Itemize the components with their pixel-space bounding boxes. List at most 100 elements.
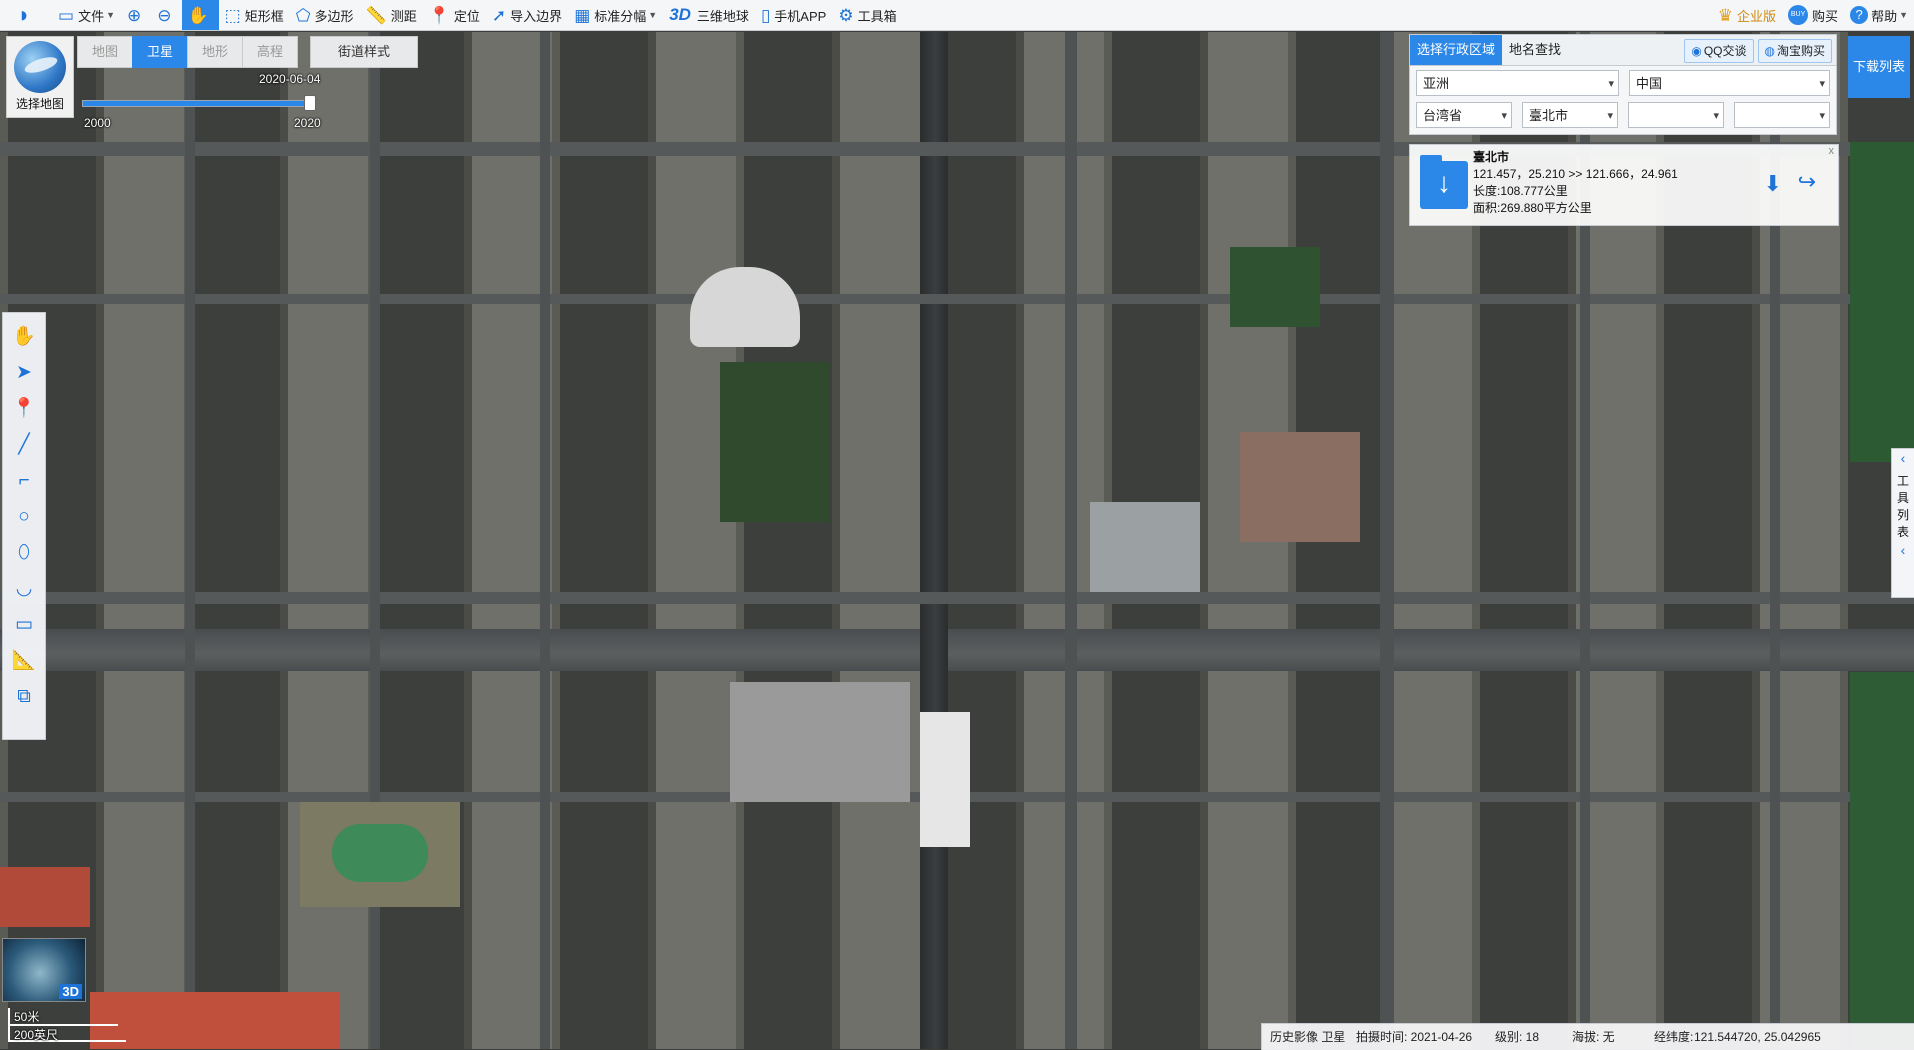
ruler-icon: 📏 (365, 5, 387, 25)
rect-frame-button[interactable]: ⬚ 矩形框 (219, 0, 290, 30)
app-logo-icon: ◗ (17, 2, 31, 27)
timeline-handle[interactable] (304, 95, 316, 111)
tab-place-search[interactable]: 地名查找 (1502, 35, 1568, 65)
area-icon[interactable]: ⧉ (9, 682, 39, 712)
marker-icon[interactable]: 📍 (9, 394, 39, 424)
hand-icon: ✋ (187, 5, 209, 25)
scale-bar: 50米 200英尺 (8, 1008, 126, 1042)
download-list-button[interactable]: 下载列表 (1848, 36, 1910, 98)
map-road (185, 32, 195, 1049)
hand-icon[interactable]: ✋ (9, 322, 39, 352)
history-timeline: 2020-06-04 2000 2020 (78, 70, 324, 130)
status-altitude: 海拔: 无 (1572, 1030, 1615, 1044)
status-lonlat: 121.544720, 25.042965 (1694, 1030, 1821, 1044)
share-icon[interactable]: ↪ (1798, 169, 1816, 195)
folder-download-icon (1420, 155, 1468, 209)
enterprise-button[interactable]: ♛ 企业版 (1712, 0, 1782, 30)
region-name: 臺北市 (1473, 150, 1510, 164)
buy-button[interactable]: BUY 购买 (1782, 0, 1844, 30)
ellipse-icon[interactable]: ⬯ (9, 538, 39, 568)
map-road (0, 592, 1914, 604)
close-icon[interactable]: x (1829, 145, 1835, 157)
pan-button[interactable]: ✋ (181, 0, 219, 30)
region-coords: 121.457，25.210 >> 121.666，24.961 (1473, 167, 1678, 181)
continent-select[interactable]: 亚洲 (1416, 70, 1619, 97)
curve-icon[interactable]: ◡ (9, 574, 39, 604)
mobile-app-button[interactable]: ▯ 手机APP (755, 0, 832, 30)
qq-chat-button[interactable]: ◉ QQ交谈 (1684, 39, 1754, 63)
tab-satellite[interactable]: 卫星 (132, 36, 187, 68)
map-red-roof (90, 992, 340, 1049)
chevron-down-icon: ▼ (106, 10, 115, 20)
chevron-down-icon: ▼ (648, 10, 658, 20)
polygon-button[interactable]: ⬠ 多边形 (290, 0, 360, 30)
map-road (1065, 32, 1077, 1049)
side-tool-list[interactable]: ‹ 工具列表 ‹ (1891, 448, 1914, 598)
street-style-button[interactable]: 街道样式 (310, 36, 418, 68)
locate-button[interactable]: 📍 定位 (423, 0, 486, 30)
map-selector-label: 选择地图 (15, 97, 64, 111)
buy-icon: BUY (1788, 5, 1809, 25)
district-select[interactable] (1628, 102, 1724, 129)
grid-icon: ▦ (574, 5, 591, 25)
status-lonlat-label: 经纬度: (1654, 1030, 1694, 1044)
tab-map[interactable]: 地图 (77, 36, 132, 68)
folder-icon: ▭ (58, 5, 75, 25)
map-road (540, 32, 550, 1049)
tab-elevation[interactable]: 高程 (242, 36, 298, 68)
ruler-icon[interactable]: 📐 (9, 646, 39, 676)
timeline-track[interactable] (82, 100, 316, 107)
map-red-roof (0, 867, 90, 927)
pointer-icon[interactable]: ➤ (9, 358, 39, 388)
taobao-button[interactable]: ◍ 淘宝购买 (1757, 39, 1832, 63)
zoom-out-icon: ⊖ (157, 5, 172, 25)
chevron-down-icon: ▼ (1899, 10, 1908, 20)
file-menu[interactable]: ▭ 文件 ▼ (52, 0, 121, 30)
phone-icon: ▯ (760, 5, 771, 25)
map-building (1090, 502, 1200, 592)
timeline-date: 2020-06-04 (259, 72, 321, 86)
tab-terrain[interactable]: 地形 (187, 36, 242, 68)
timeline-fill (83, 101, 315, 106)
map-road (1380, 32, 1394, 1049)
region-selects: 亚洲 中国 台湾省 臺北市 (1409, 66, 1837, 135)
city-select[interactable]: 臺北市 (1522, 102, 1618, 129)
town-select[interactable] (1734, 102, 1830, 129)
gear-icon: ⚙ (838, 5, 854, 25)
chevron-left-icon[interactable]: ‹ (1892, 541, 1914, 559)
measure-button[interactable]: 📏 测距 (360, 0, 423, 30)
polyline-icon[interactable]: ⌐ (9, 466, 39, 496)
zoom-out-button[interactable]: ⊖ (151, 0, 181, 30)
import-boundary-button[interactable]: ➚ 导入边界 (486, 0, 568, 30)
overview-globe[interactable]: 3D (2, 938, 86, 1002)
country-select[interactable]: 中国 (1628, 70, 1830, 97)
timeline-end-year: 2020 (294, 116, 321, 130)
map-building (920, 712, 970, 847)
map-park (1230, 247, 1320, 327)
status-level: 级别: 18 (1495, 1030, 1540, 1044)
download-icon[interactable]: ⬇ (1764, 171, 1782, 197)
timeline-start-year: 2000 (84, 116, 111, 130)
line-icon[interactable]: ╱ (9, 430, 39, 460)
status-history: 历史影像 卫星 (1270, 1030, 1346, 1044)
scale-metric: 50米 (8, 1008, 118, 1026)
overview-3d-badge[interactable]: 3D (59, 984, 82, 999)
map-selector[interactable]: 选择地图 (6, 36, 74, 118)
map-trees (1850, 142, 1914, 462)
three-d-globe-button[interactable]: 3D 三维地球 (663, 0, 755, 30)
chevron-left-icon[interactable]: ‹ (1892, 449, 1914, 467)
top-toolbar: ◗ ▭ 文件 ▼ ⊕ ⊖ ✋ ⬚ 矩形框 ⬠ 多边形 📏 测距 📍 定位 ➚ 导入边界 ▦ 标… (0, 0, 1914, 31)
tab-select-region[interactable]: 选择行政区域 (1410, 35, 1503, 65)
map-type-tabs: 地图 卫星 地形 高程 (77, 36, 298, 68)
help-menu[interactable]: ? 帮助 ▼ (1844, 0, 1914, 30)
toolbox-button[interactable]: ⚙ 工具箱 (832, 0, 902, 30)
map-trees (1850, 672, 1914, 1049)
zoom-in-button[interactable]: ⊕ (121, 0, 151, 30)
circle-icon[interactable]: ○ (9, 502, 39, 532)
standard-grid-menu[interactable]: ▦ 标准分幅 ▼ (568, 0, 663, 30)
province-select[interactable]: 台湾省 (1416, 102, 1512, 129)
rectangle-icon[interactable]: ▭ (9, 610, 39, 640)
location-pin-icon: 📍 (428, 5, 450, 25)
map-trees (720, 362, 830, 522)
region-area: 面积:269.880平方公里 (1473, 201, 1592, 215)
